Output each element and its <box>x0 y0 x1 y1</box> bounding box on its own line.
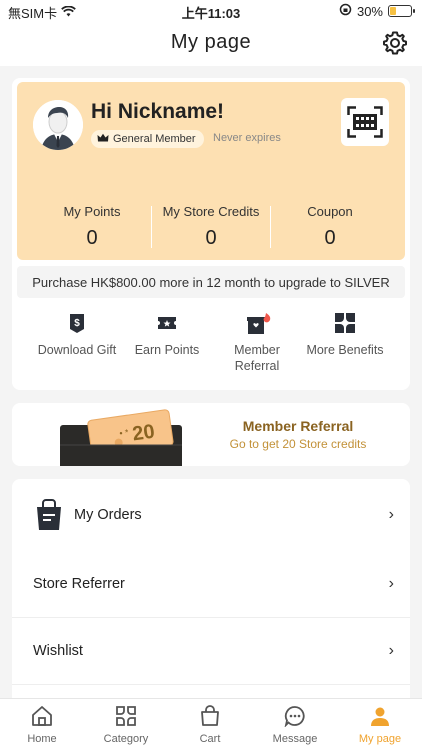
benefits-grid-icon <box>334 312 356 334</box>
gear-icon[interactable] <box>382 30 408 56</box>
stat-value: 0 <box>205 227 217 249</box>
ticket-illustration: • * 20 <box>60 407 184 466</box>
stat-label: My Points <box>63 204 121 219</box>
divider <box>12 684 410 685</box>
message-icon <box>284 705 306 728</box>
gift-icon: $ <box>66 312 88 334</box>
member-summary: Hi Nickname! General Member Never expire… <box>17 82 405 260</box>
member-card: Hi Nickname! General Member Never expire… <box>12 78 410 390</box>
menu-item-wishlist[interactable]: Wishlist › <box>12 618 410 684</box>
stat-store-credits[interactable]: My Store Credits 0 <box>152 204 270 250</box>
tier-badge: General Member <box>91 130 204 148</box>
tab-label: Message <box>272 733 318 745</box>
upgrade-notice: Purchase HK$800.00 more in 12 month to u… <box>17 266 405 298</box>
crown-icon <box>97 133 109 146</box>
menu-item-label: Wishlist <box>33 643 83 659</box>
promo-title: Member Referral <box>242 418 354 434</box>
chevron-right-icon: › <box>388 506 394 523</box>
quick-action-more-benefits[interactable]: More Benefits <box>300 312 390 358</box>
barcode-scan-icon[interactable] <box>341 98 389 146</box>
chevron-right-icon: › <box>388 575 394 592</box>
menu-item-my-orders[interactable]: My Orders › <box>12 479 410 549</box>
greeting: Hi Nickname! <box>91 100 225 123</box>
battery-percent: 30% <box>356 3 383 19</box>
quick-action-earn-points[interactable]: Earn Points <box>122 312 212 358</box>
tab-my-page[interactable]: My page <box>338 705 422 745</box>
tier-expiry: Never expires <box>213 132 281 144</box>
tab-label: Cart <box>199 733 221 745</box>
tab-message[interactable]: Message <box>253 705 337 745</box>
stat-my-points[interactable]: My Points 0 <box>33 204 151 250</box>
quick-action-member-referral[interactable]: Member Referral <box>212 312 302 374</box>
quick-action-label: Earn Points <box>134 343 200 357</box>
chevron-right-icon: › <box>388 642 394 659</box>
tier-label: General Member <box>113 133 196 145</box>
menu-item-label: My Orders <box>74 507 142 523</box>
orientation-lock-icon <box>339 3 352 19</box>
menu-list: My Orders › Store Referrer › Wishlist › <box>12 479 410 704</box>
stat-value: 0 <box>324 227 336 249</box>
ticket-icon <box>156 312 178 334</box>
shopping-bag-icon <box>34 499 64 535</box>
promo-subtitle: Go to get 20 Store credits <box>229 437 367 451</box>
quick-action-label: Member Referral <box>234 343 280 373</box>
quick-action-download-gift[interactable]: $ Download Gift <box>32 312 122 358</box>
tab-home[interactable]: Home <box>0 705 84 745</box>
nav-header: My page <box>0 22 422 66</box>
tab-category[interactable]: Category <box>84 705 168 745</box>
ticket-value: 20 <box>131 421 156 446</box>
quick-action-label: More Benefits <box>306 343 384 357</box>
battery-icon <box>388 5 415 17</box>
member-referral-banner[interactable]: • * 20 Member Referral Go to get 20 Stor… <box>12 403 410 466</box>
menu-item-store-referrer[interactable]: Store Referrer › <box>12 549 410 617</box>
stat-value: 0 <box>86 227 98 249</box>
page-title: My page <box>170 31 252 53</box>
quick-action-label: Download Gift <box>37 343 117 357</box>
menu-item-label: Store Referrer <box>33 576 125 592</box>
tab-label: My page <box>358 733 402 745</box>
svg-text:$: $ <box>74 318 80 329</box>
home-icon <box>31 705 53 727</box>
battery-level <box>390 7 396 15</box>
tab-cart[interactable]: Cart <box>168 705 252 745</box>
tab-bar: Home Category Cart Message My page <box>0 698 422 750</box>
category-icon <box>115 705 137 727</box>
status-bar: 無SIM卡 上午11:03 30% <box>0 0 422 22</box>
stat-coupon[interactable]: Coupon 0 <box>271 204 389 250</box>
tab-label: Category <box>103 733 149 745</box>
cart-icon <box>199 705 221 727</box>
avatar[interactable] <box>33 100 83 150</box>
stat-label: My Store Credits <box>162 204 260 219</box>
stat-label: Coupon <box>307 204 353 219</box>
user-icon <box>369 705 391 727</box>
referral-gift-icon <box>246 312 271 334</box>
tab-label: Home <box>27 733 57 745</box>
